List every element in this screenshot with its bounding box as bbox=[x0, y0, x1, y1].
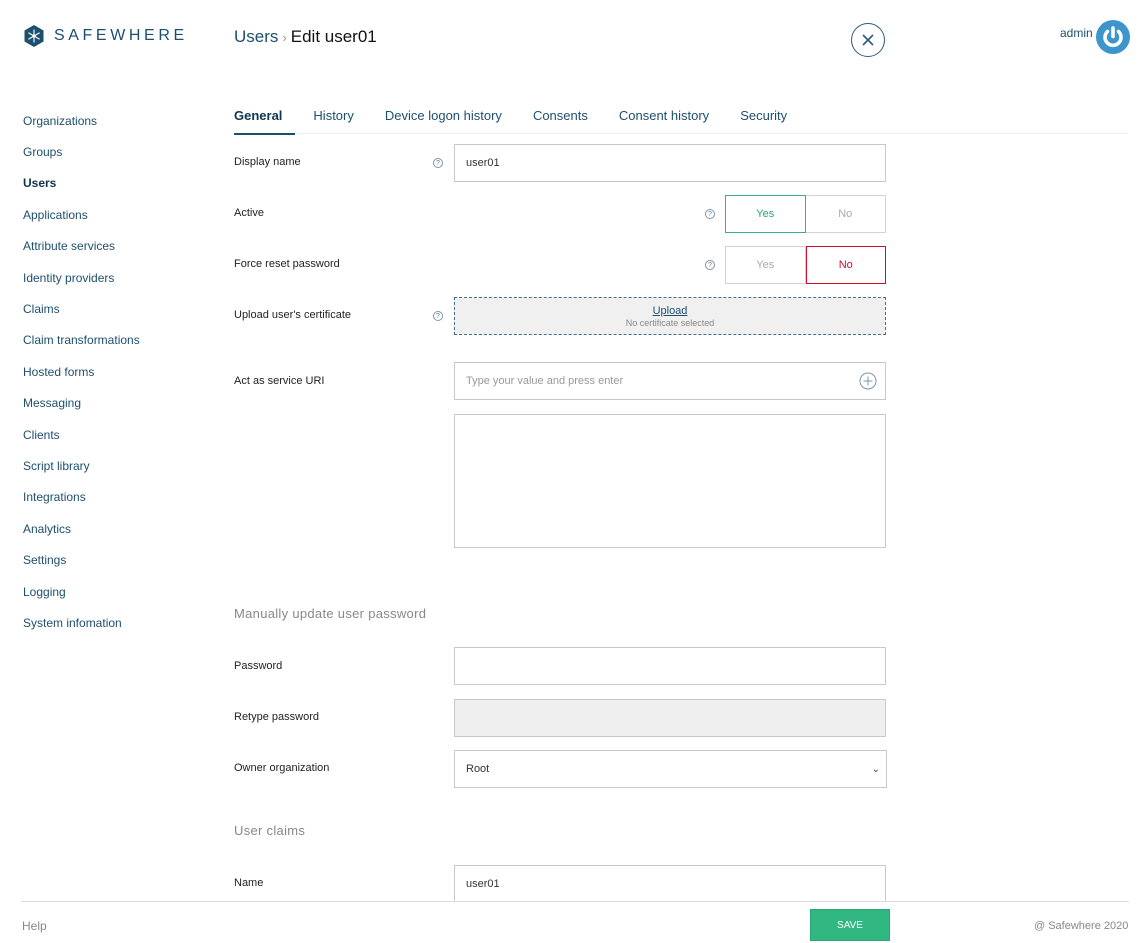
brand-name: SAFEWHERE bbox=[54, 27, 188, 44]
force-reset-label: Force reset password bbox=[234, 258, 340, 270]
tab-consent-history[interactable]: Consent history bbox=[619, 100, 709, 134]
act-as-service-row: Act as service URI Type your value and p… bbox=[234, 362, 886, 400]
sidebar-item-settings[interactable]: Settings bbox=[23, 544, 203, 575]
chevron-down-icon: ⌄ bbox=[871, 764, 880, 775]
act-as-service-placeholder: Type your value and press enter bbox=[466, 375, 624, 387]
sidebar-item-organizations[interactable]: Organizations bbox=[23, 105, 203, 136]
tab-general[interactable]: General bbox=[234, 100, 296, 135]
breadcrumb-separator: › bbox=[282, 29, 287, 45]
password-row: Password bbox=[234, 647, 886, 685]
force-reset-no-option[interactable]: No bbox=[805, 246, 886, 284]
retype-password-label: Retype password bbox=[234, 711, 319, 723]
tab-history[interactable]: History bbox=[313, 100, 353, 134]
sidebar-item-claim-transformations[interactable]: Claim transformations bbox=[23, 325, 203, 356]
footer-divider bbox=[21, 901, 1129, 902]
sidebar-item-messaging[interactable]: Messaging bbox=[23, 388, 203, 419]
breadcrumb: Users › Edit user01 bbox=[234, 27, 377, 47]
sidebar-item-system-information[interactable]: System infomation bbox=[23, 607, 203, 638]
active-label: Active bbox=[234, 207, 264, 219]
save-button[interactable]: SAVE bbox=[810, 909, 890, 941]
certificate-row: Upload user's certificate ? Upload No ce… bbox=[234, 297, 886, 335]
user-name[interactable]: admin bbox=[1060, 26, 1093, 40]
sidebar-nav: Organizations Groups Users Applications … bbox=[23, 105, 203, 639]
page-title: Edit user01 bbox=[290, 27, 377, 46]
sidebar-item-integrations[interactable]: Integrations bbox=[23, 482, 203, 513]
brand-logo[interactable]: SAFEWHERE bbox=[23, 25, 188, 47]
force-reset-yes-option[interactable]: Yes bbox=[725, 246, 806, 284]
sidebar-item-users[interactable]: Users bbox=[23, 168, 203, 199]
help-icon[interactable]: ? bbox=[433, 311, 443, 321]
certificate-label: Upload user's certificate bbox=[234, 309, 352, 321]
display-name-row: Display name ? user01 bbox=[234, 144, 886, 182]
certificate-status: No certificate selected bbox=[625, 317, 715, 328]
claim-name-row: Name user01 bbox=[234, 865, 886, 901]
active-row: Active ? Yes No bbox=[234, 195, 886, 233]
tab-device-logon-history[interactable]: Device logon history bbox=[385, 100, 502, 134]
sidebar-item-claims[interactable]: Claims bbox=[23, 293, 203, 324]
certificate-dropzone[interactable]: Upload No certificate selected bbox=[454, 297, 886, 335]
claim-name-input[interactable]: user01 bbox=[454, 865, 886, 901]
sidebar-item-analytics[interactable]: Analytics bbox=[23, 513, 203, 544]
copyright: @ Safewhere 2020 bbox=[1034, 920, 1129, 932]
password-label: Password bbox=[234, 660, 283, 672]
sidebar-item-logging[interactable]: Logging bbox=[23, 576, 203, 607]
force-reset-toggle: Yes No bbox=[725, 246, 886, 284]
add-icon[interactable] bbox=[859, 372, 877, 390]
retype-password-row: Retype password bbox=[234, 699, 886, 737]
sidebar-item-clients[interactable]: Clients bbox=[23, 419, 203, 450]
help-icon[interactable]: ? bbox=[433, 158, 443, 168]
act-as-service-input[interactable]: Type your value and press enter bbox=[454, 362, 886, 400]
act-as-service-list[interactable] bbox=[454, 414, 886, 548]
close-button[interactable] bbox=[851, 23, 885, 57]
owner-org-select[interactable]: Root ⌄ bbox=[454, 750, 887, 788]
help-icon[interactable]: ? bbox=[705, 260, 715, 270]
owner-org-label: Owner organization bbox=[234, 762, 330, 774]
display-name-input[interactable]: user01 bbox=[454, 144, 886, 182]
help-icon[interactable]: ? bbox=[705, 209, 715, 219]
close-icon bbox=[862, 34, 874, 46]
sidebar-item-attribute-services[interactable]: Attribute services bbox=[23, 231, 203, 262]
breadcrumb-users-link[interactable]: Users bbox=[234, 27, 278, 47]
sidebar-item-hosted-forms[interactable]: Hosted forms bbox=[23, 356, 203, 387]
owner-org-row: Owner organization Root ⌄ bbox=[234, 750, 887, 788]
password-section-title: Manually update user password bbox=[234, 606, 427, 621]
sidebar-item-script-library[interactable]: Script library bbox=[23, 450, 203, 481]
act-as-service-label: Act as service URI bbox=[234, 375, 325, 387]
page-content: SAFEWHERE Users › Edit user01 admin Orga… bbox=[0, 0, 1142, 901]
power-icon[interactable] bbox=[1096, 20, 1130, 54]
tab-consents[interactable]: Consents bbox=[533, 100, 588, 134]
display-name-label: Display name bbox=[234, 156, 301, 168]
claims-section-title: User claims bbox=[234, 823, 306, 838]
active-no-option[interactable]: No bbox=[805, 195, 886, 233]
snowflake-hexagon-icon bbox=[24, 25, 44, 47]
tab-bar: General History Device logon history Con… bbox=[234, 100, 1128, 135]
owner-org-value: Root bbox=[466, 763, 490, 775]
force-reset-row: Force reset password ? Yes No bbox=[234, 246, 886, 284]
tab-security[interactable]: Security bbox=[740, 100, 787, 134]
active-toggle: Yes No bbox=[725, 195, 886, 233]
sidebar-item-groups[interactable]: Groups bbox=[23, 136, 203, 167]
active-yes-option[interactable]: Yes bbox=[725, 195, 806, 233]
password-input[interactable] bbox=[454, 647, 886, 685]
sidebar-item-identity-providers[interactable]: Identity providers bbox=[23, 262, 203, 293]
help-link[interactable]: Help bbox=[22, 919, 47, 933]
retype-password-input[interactable] bbox=[454, 699, 886, 737]
claim-name-label: Name bbox=[234, 877, 264, 889]
sidebar-item-applications[interactable]: Applications bbox=[23, 199, 203, 230]
upload-link[interactable]: Upload bbox=[653, 305, 688, 317]
